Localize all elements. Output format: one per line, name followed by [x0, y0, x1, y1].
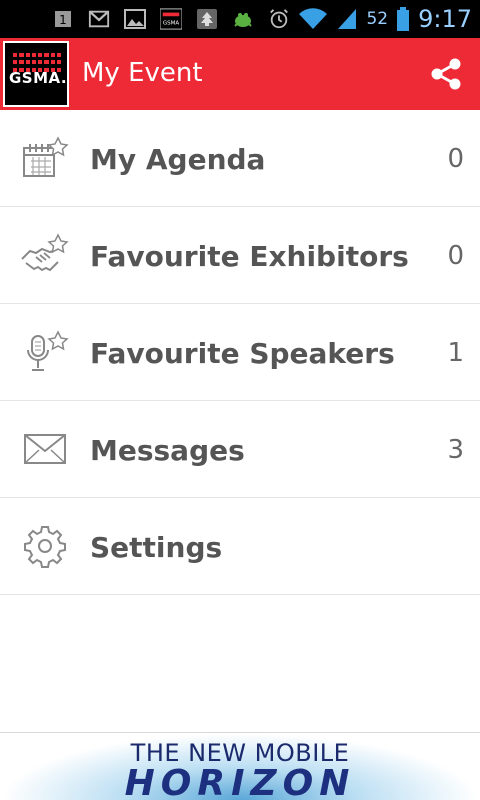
alarm-icon [268, 8, 290, 30]
gallery-icon [124, 8, 146, 30]
event-banner[interactable]: THE NEW MOBILE HORIZON [0, 732, 480, 800]
logo-text: GSMA. [9, 69, 68, 87]
share-icon [431, 58, 461, 90]
menu-item-count: 0 [447, 241, 464, 271]
status-bar: 1 GSMA 52 9:17 [0, 0, 480, 38]
gsma-logo[interactable]: GSMA. [3, 41, 69, 107]
system-icons: 52 9:17 [268, 4, 472, 34]
menu-list: My Agenda 0 Favourite Exhibitors 0 Favou… [0, 110, 480, 595]
android-bug-icon [232, 8, 254, 30]
menu-item-count: 0 [447, 144, 464, 174]
menu-item-settings[interactable]: Settings [0, 498, 480, 595]
menu-item-favourite-exhibitors[interactable]: Favourite Exhibitors 0 [0, 207, 480, 304]
svg-text:GSMA: GSMA [163, 21, 179, 27]
handshake-star-icon [20, 233, 70, 277]
gsma-app-icon: GSMA [160, 8, 182, 30]
notification-icons: 1 GSMA [52, 6, 254, 32]
menu-item-favourite-speakers[interactable]: Favourite Speakers 1 [0, 304, 480, 401]
wifi-icon [298, 8, 328, 30]
menu-item-label: My Agenda [90, 143, 266, 176]
envelope-icon [20, 427, 70, 471]
tree-icon [196, 8, 218, 30]
menu-item-label: Settings [90, 531, 223, 564]
clock-time: 9:17 [418, 5, 472, 33]
menu-item-count: 3 [447, 435, 464, 465]
svg-text:1: 1 [59, 13, 67, 27]
battery-percent: 52 [366, 9, 389, 29]
microphone-star-icon [20, 330, 70, 374]
battery-icon [396, 7, 410, 31]
calendar-star-icon [20, 136, 70, 180]
menu-item-messages[interactable]: Messages 3 [0, 401, 480, 498]
menu-item-my-agenda[interactable]: My Agenda 0 [0, 110, 480, 207]
menu-item-label: Messages [90, 434, 245, 467]
menu-item-label: Favourite Speakers [90, 337, 395, 370]
share-button[interactable] [426, 54, 466, 94]
app-bar: GSMA. My Event [0, 38, 480, 110]
menu-item-count: 1 [447, 338, 464, 368]
page-title: My Event [82, 58, 203, 88]
sim-1-icon: 1 [52, 8, 74, 30]
gear-icon [20, 524, 70, 568]
gmail-icon [88, 8, 110, 30]
banner-headline: HORIZON [124, 763, 356, 800]
menu-item-label: Favourite Exhibitors [90, 240, 409, 273]
signal-icon [336, 8, 358, 30]
